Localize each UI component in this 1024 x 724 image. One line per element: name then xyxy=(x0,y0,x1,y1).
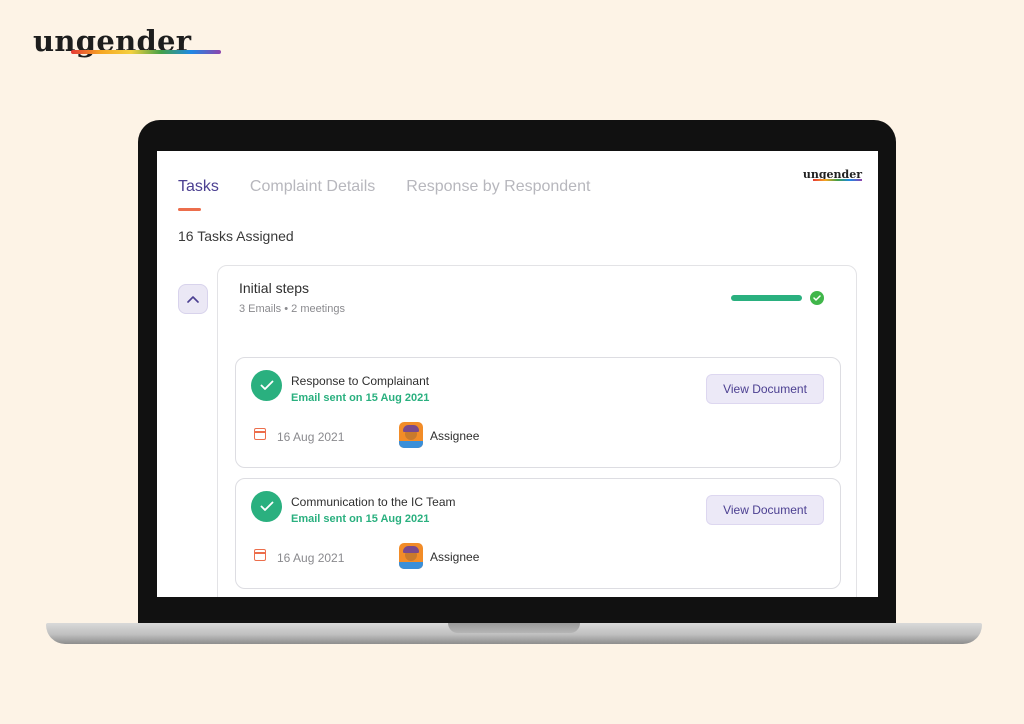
view-document-button[interactable]: View Document xyxy=(706,495,824,525)
task-date: 16 Aug 2021 xyxy=(277,551,345,565)
assignee-avatar xyxy=(399,543,423,569)
tab-tasks-label: Tasks xyxy=(178,178,219,195)
progress-complete-check-icon xyxy=(810,291,824,305)
task-assignee: Assignee xyxy=(430,429,480,443)
task-title: Communication to the IC Team xyxy=(291,495,456,509)
laptop-notch xyxy=(448,623,580,633)
check-icon xyxy=(251,491,282,522)
task-card: Communication to the IC Team Email sent … xyxy=(235,478,841,589)
tab-complaint-details-label: Complaint Details xyxy=(249,178,376,195)
tab-response-label: Response by Respondent xyxy=(406,178,591,195)
calendar-icon xyxy=(254,428,266,440)
task-status: Email sent on 15 Aug 2021 xyxy=(291,513,430,525)
app-logo-underline xyxy=(812,179,862,181)
tab-bar: Tasks Complaint Details Response by Resp… xyxy=(178,178,590,211)
tab-complaint-details[interactable]: Complaint Details xyxy=(250,178,375,196)
brand-logo-rainbow-underline xyxy=(71,50,221,54)
group-subtitle: 3 Emails • 2 meetings xyxy=(239,303,345,315)
active-tab-indicator xyxy=(178,208,201,211)
task-assignee: Assignee xyxy=(430,550,480,564)
task-card: Response to Complainant Email sent on 15… xyxy=(235,357,841,468)
view-document-button[interactable]: View Document xyxy=(706,374,824,404)
brand-logo: ungender xyxy=(33,24,221,58)
task-title: Response to Complainant xyxy=(291,374,430,388)
tasks-assigned-count: 16 Tasks Assigned xyxy=(178,228,294,244)
calendar-icon xyxy=(254,549,266,561)
group-title: Initial steps xyxy=(239,280,310,296)
tab-tasks[interactable]: Tasks xyxy=(178,178,219,211)
task-date: 16 Aug 2021 xyxy=(277,430,345,444)
laptop-screen: ungender Tasks Complaint Details Respons… xyxy=(157,151,878,597)
app-logo: ungender xyxy=(803,168,862,181)
group-progress-bar xyxy=(731,295,802,301)
task-status: Email sent on 15 Aug 2021 xyxy=(291,392,430,404)
task-group-initial-steps: Initial steps 3 Emails • 2 meetings Resp… xyxy=(217,265,857,597)
collapse-group-button[interactable] xyxy=(178,284,208,314)
chevron-up-icon xyxy=(187,296,199,303)
assignee-avatar xyxy=(399,422,423,448)
tab-response-by-respondent[interactable]: Response by Respondent xyxy=(406,178,590,196)
check-icon xyxy=(251,370,282,401)
